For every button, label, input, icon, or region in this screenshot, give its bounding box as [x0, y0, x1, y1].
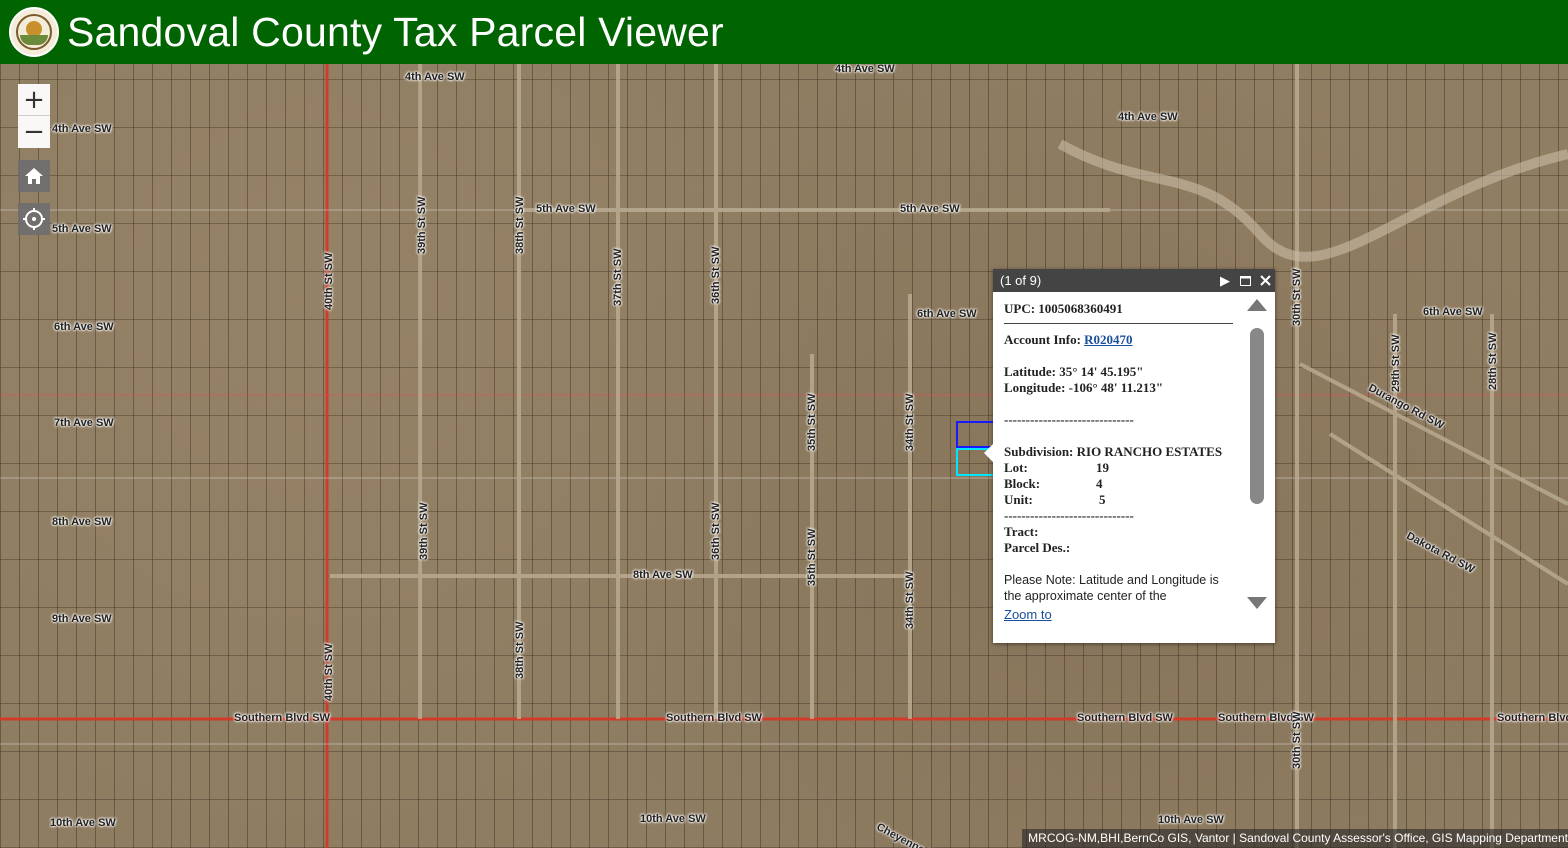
next-feature-button[interactable]: ▶ — [1215, 269, 1235, 292]
road-label: 8th Ave SW — [52, 516, 112, 528]
zoom-to-link[interactable]: Zoom to — [1004, 607, 1052, 622]
road-label: 4th Ave SW — [52, 123, 112, 135]
parcel-des-label: Parcel Des.: — [1004, 540, 1071, 555]
subdivision-label: Subdivision: — [1004, 444, 1077, 459]
block-row: Block: 4 — [1004, 476, 1233, 492]
road-label: 36th St SW — [710, 246, 722, 304]
maximize-icon — [1239, 275, 1251, 286]
road-label: 6th Ave SW — [54, 321, 114, 333]
popup-titlebar: (1 of 9) ▶ — [993, 269, 1275, 292]
lot-value: 19 — [1096, 460, 1109, 475]
home-button[interactable] — [18, 160, 50, 192]
road-label: 38th St SW — [514, 196, 526, 254]
scrollbar-thumb[interactable] — [1250, 328, 1264, 504]
account-info-label: Account Info: — [1004, 332, 1085, 347]
separator-line: ------------------------------ — [1004, 412, 1134, 427]
subdivision-value: RIO RANCHO ESTATES — [1076, 444, 1223, 459]
locate-crosshair-icon — [23, 208, 45, 230]
app-root: Sandoval County Tax Parcel Viewer 4th Av… — [0, 0, 1568, 848]
road-label: 5th Ave SW — [536, 203, 596, 215]
map-attribution: MRCOG-NM,BHI,BernCo GIS, Vantor | Sandov… — [1022, 829, 1568, 848]
road-label: 37th St SW — [612, 248, 624, 306]
road-label: 10th Ave SW — [1158, 814, 1224, 826]
road-label: 30th St SW — [1291, 268, 1303, 326]
tract-label: Tract: — [1004, 524, 1039, 539]
zoom-in-button[interactable]: + — [18, 84, 50, 116]
block-label: Block: — [1004, 476, 1041, 491]
popup-scrollbar[interactable] — [1245, 297, 1269, 615]
road-layer — [0, 64, 1568, 848]
account-info-row: Account Info: R020470 — [1004, 332, 1233, 348]
upc-field: UPC: 1005068360491 — [1004, 301, 1233, 324]
road-label: 4th Ave SW — [835, 64, 895, 75]
road-label: 4th Ave SW — [405, 71, 465, 83]
popup-pointer — [984, 444, 993, 462]
scroll-down-arrow-icon[interactable] — [1247, 597, 1267, 609]
road-label: 39th St SW — [416, 196, 428, 254]
road-label: 35th St SW — [806, 393, 818, 451]
lot-label: Lot: — [1004, 460, 1028, 475]
app-title: Sandoval County Tax Parcel Viewer — [67, 8, 724, 55]
road-label: Southern Blvd SW — [666, 712, 762, 724]
road-label: 4th Ave SW — [1118, 111, 1178, 123]
road-label: 35th St SW — [806, 528, 818, 586]
road-label: 5th Ave SW — [900, 203, 960, 215]
feature-count: (1 of 9) — [1000, 273, 1042, 288]
zoom-out-button[interactable]: − — [18, 116, 50, 148]
locate-button[interactable] — [18, 203, 50, 235]
road-label: 6th Ave SW — [1423, 306, 1483, 318]
home-icon — [25, 168, 43, 184]
separator-line: ------------------------------ — [1004, 508, 1134, 523]
road-label: 34th St SW — [904, 393, 916, 451]
road-label: 7th Ave SW — [54, 417, 114, 429]
road-label: 30th St SW — [1291, 711, 1303, 769]
county-seal-icon — [9, 7, 59, 57]
lot-row: Lot: 19 — [1004, 460, 1233, 476]
popup-content: UPC: 1005068360491 Account Info: R020470… — [993, 292, 1243, 643]
road-label: 28th St SW — [1487, 332, 1499, 390]
road-label: 10th Ave SW — [640, 813, 706, 825]
road-label: 36th St SW — [710, 502, 722, 560]
longitude-field: Longitude: -106° 48' 11.213" — [1004, 380, 1164, 395]
map-view[interactable]: 4th Ave SW 4th Ave SW 4th Ave SW 4th Ave… — [0, 64, 1568, 848]
latitude-field: Latitude: 35° 14' 45.195" — [1004, 364, 1144, 379]
road-label: 39th St SW — [418, 502, 430, 560]
close-button[interactable] — [1255, 269, 1275, 292]
parcel-info-popup: (1 of 9) ▶ UPC: 1005068360491 Account In… — [984, 269, 1275, 643]
road-label: 29th St SW — [1390, 334, 1402, 392]
road-label: 10th Ave SW — [50, 817, 116, 829]
road-label: 5th Ave SW — [52, 223, 112, 235]
location-note: Please Note: Latitude and Longitude is t… — [1004, 573, 1219, 603]
unit-value: 5 — [1099, 492, 1106, 507]
maximize-button[interactable] — [1235, 269, 1255, 292]
road-label: 8th Ave SW — [633, 569, 693, 581]
road-label: 6th Ave SW — [917, 308, 977, 320]
unit-row: Unit: 5 — [1004, 492, 1233, 508]
road-label: Southern Blvd SW — [1077, 712, 1173, 724]
road-label: 34th St SW — [904, 571, 916, 629]
subdivision-row: Subdivision: RIO RANCHO ESTATES — [1004, 444, 1233, 460]
close-icon — [1259, 275, 1271, 286]
app-header: Sandoval County Tax Parcel Viewer — [0, 0, 1568, 64]
road-label: Southern Blvd SW — [234, 712, 330, 724]
road-label: 40th St SW — [323, 252, 335, 310]
scroll-up-arrow-icon[interactable] — [1247, 299, 1267, 311]
road-label: 38th St SW — [514, 621, 526, 679]
road-label: 40th St SW — [323, 643, 335, 701]
account-info-link[interactable]: R020470 — [1084, 332, 1132, 347]
road-label: Southern Blvd SW — [1497, 712, 1568, 724]
block-value: 4 — [1096, 476, 1103, 491]
unit-label: Unit: — [1004, 492, 1033, 507]
road-label: 9th Ave SW — [52, 613, 112, 625]
